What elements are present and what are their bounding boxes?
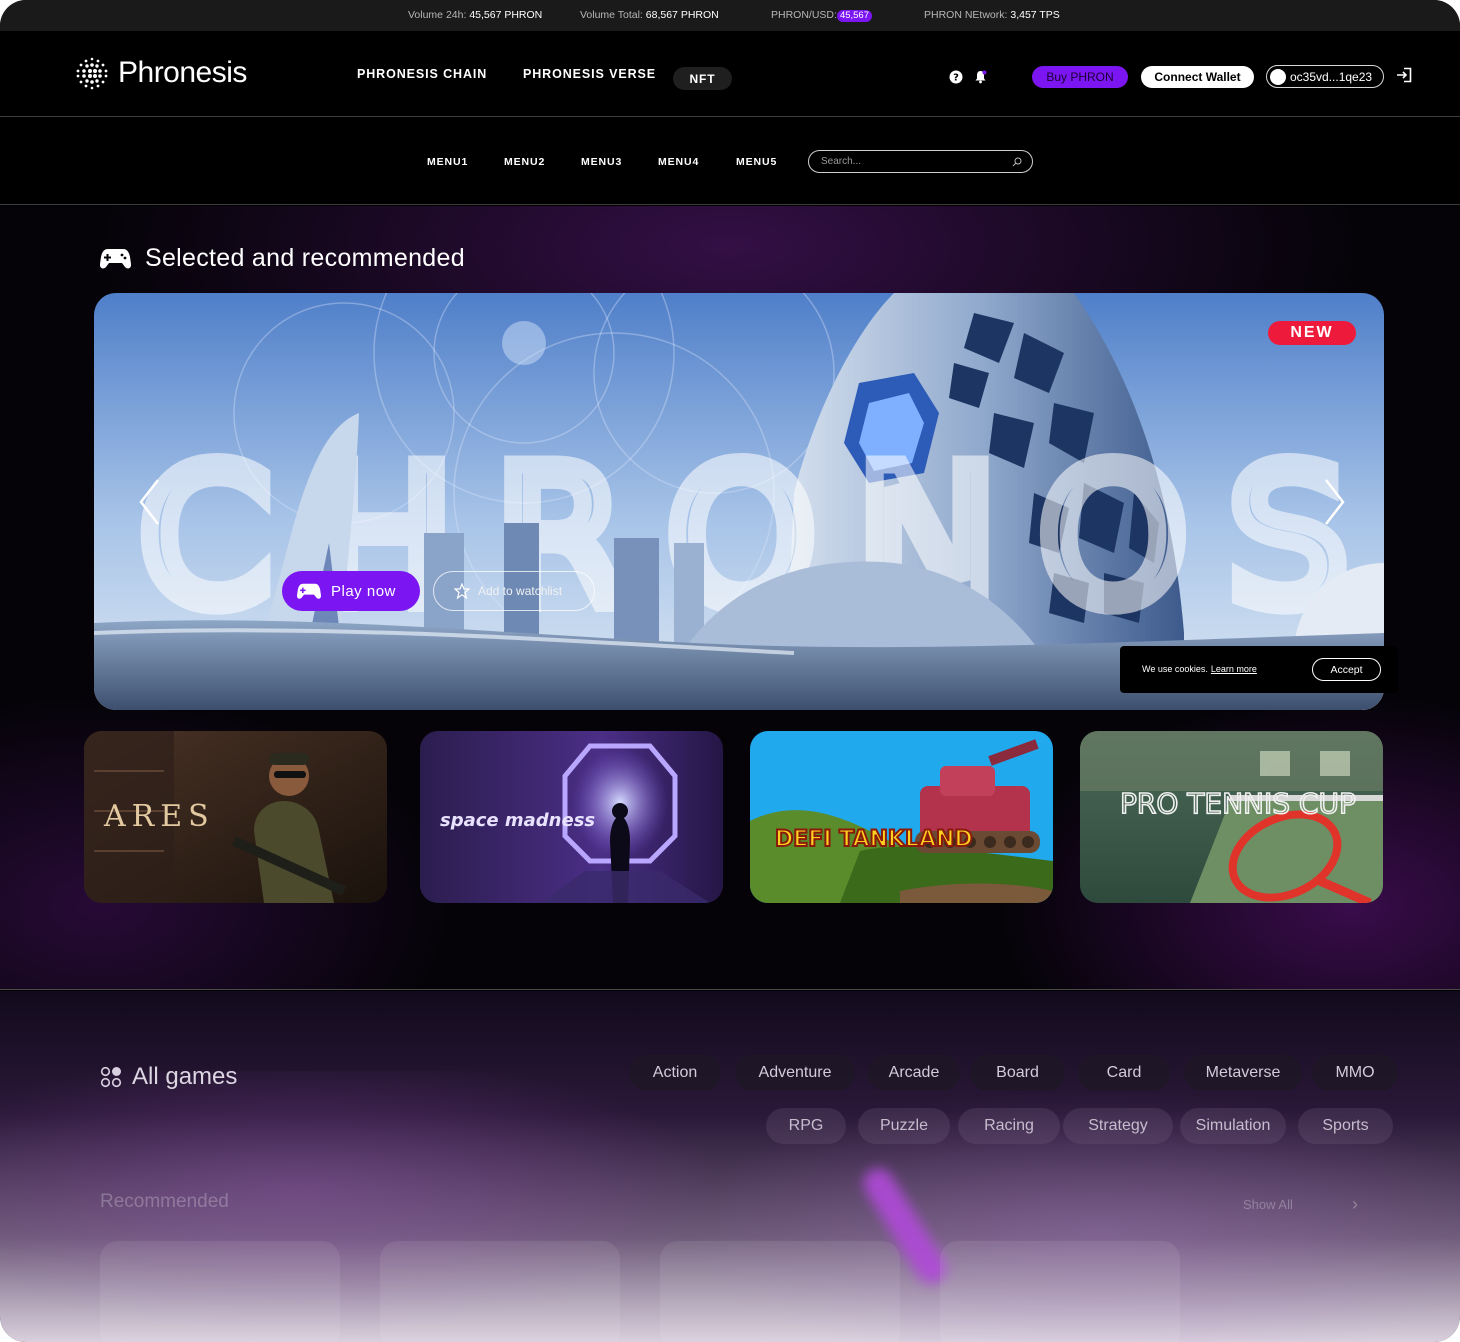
secondary-nav: MENU1 MENU2 MENU3 MENU4 MENU5 (0, 118, 1460, 205)
recommended-title: Recommended (100, 1191, 229, 1212)
search-box (808, 150, 1033, 173)
new-badge: NEW (1268, 321, 1356, 345)
cookie-banner: We use cookies. Learn more Accept (1120, 646, 1398, 693)
cookie-learn-more-link[interactable]: Learn more (1211, 664, 1257, 674)
search-input[interactable] (821, 156, 1001, 167)
play-now-button[interactable]: Play now (282, 571, 420, 611)
svg-text:?: ? (953, 73, 959, 84)
nav-nft[interactable]: NFT (673, 67, 732, 90)
menu-2[interactable]: MENU2 (504, 156, 545, 168)
cookie-accept-button[interactable]: Accept (1312, 658, 1381, 681)
volume-total-label: Volume Total: (580, 9, 643, 21)
menu-5[interactable]: MENU5 (736, 156, 777, 168)
pro-tennis-cup-artwork: PRO TENNIS CUP (1080, 731, 1383, 903)
buy-phron-button[interactable]: Buy PHRON (1032, 66, 1128, 88)
category-adventure[interactable]: Adventure (735, 1055, 855, 1091)
category-card[interactable]: Card (1078, 1055, 1170, 1091)
logout-icon[interactable] (1396, 67, 1412, 83)
wallet-avatar (1270, 68, 1286, 85)
volume-total-stat: Volume Total: 68,567 PHRON (580, 9, 719, 21)
show-all-link[interactable]: Show All (1243, 1197, 1293, 1212)
game-tile-space-madness[interactable]: space madness (420, 731, 723, 903)
menu-1[interactable]: MENU1 (427, 156, 468, 168)
add-to-watchlist-button[interactable]: Add to watchlist (433, 571, 595, 611)
category-arcade[interactable]: Arcade (868, 1055, 960, 1091)
wallet-address-chip[interactable]: oc35vd...1qe23 (1266, 65, 1384, 88)
featured-section: Selected and recommended CHRONOS NEW Pla… (0, 206, 1460, 990)
recommended-card[interactable] (940, 1241, 1180, 1342)
pro-tennis-cup-logo-text: PRO TENNIS CUP (1120, 787, 1356, 820)
next-arrow-icon[interactable] (1324, 478, 1346, 526)
network-stat: PHRON NEtwork: 3,457 TPS (924, 9, 1060, 21)
recommended-card[interactable] (380, 1241, 620, 1342)
main-header: Phronesis PHRONESIS CHAIN PHRONESIS VERS… (0, 31, 1460, 117)
add-to-watchlist-label: Add to watchlist (478, 584, 563, 598)
ares-artwork: ARES (84, 731, 387, 903)
price-label: PHRON/USD: (771, 9, 837, 21)
volume-24h-stat: Volume 24h: 45,567 PHRON (408, 9, 542, 21)
featured-title: Selected and recommended (145, 244, 465, 272)
game-tile-defi-tankland[interactable]: DEFI TANKLAND (750, 731, 1053, 903)
recommended-card[interactable] (660, 1241, 900, 1342)
wallet-address: oc35vd...1qe23 (1290, 69, 1373, 84)
star-icon (454, 583, 470, 599)
defi-tankland-logo-text: DEFI TANKLAND (775, 827, 973, 852)
gamepad-icon (297, 583, 321, 599)
logo-mark-icon (76, 57, 108, 90)
bell-icon[interactable] (974, 70, 987, 84)
stats-ticker: Volume 24h: 45,567 PHRON Volume Total: 6… (0, 0, 1460, 31)
help-icon[interactable]: ? (949, 70, 963, 84)
space-madness-artwork: space madness (420, 731, 723, 903)
search-icon[interactable] (1012, 157, 1022, 167)
menu-4[interactable]: MENU4 (658, 156, 699, 168)
all-games-section: All games Action Adventure Arcade Board … (0, 991, 1460, 1342)
all-games-heading: All games (100, 1063, 237, 1091)
prev-arrow-icon[interactable] (138, 478, 160, 526)
nav-phronesis-chain[interactable]: PHRONESIS CHAIN (357, 67, 487, 81)
category-mmo[interactable]: MMO (1312, 1055, 1398, 1091)
nav-phronesis-verse[interactable]: PHRONESIS VERSE (523, 67, 656, 81)
price-stat: PHRON/USD: 45,567 (771, 9, 872, 22)
category-rpg[interactable]: RPG (766, 1108, 846, 1144)
volume-24h-label: Volume 24h: (408, 9, 467, 21)
category-racing[interactable]: Racing (958, 1108, 1060, 1144)
play-now-label: Play now (331, 582, 396, 600)
logo[interactable]: Phronesis (74, 55, 247, 91)
menu-3[interactable]: MENU3 (581, 156, 622, 168)
category-board[interactable]: Board (970, 1055, 1065, 1091)
volume-total-value: 68,567 PHRON (645, 9, 719, 21)
recommended-card[interactable] (100, 1241, 340, 1342)
featured-heading: Selected and recommended (100, 244, 465, 273)
network-value: 3,457 TPS (1010, 9, 1060, 21)
category-metaverse[interactable]: Metaverse (1184, 1055, 1302, 1091)
logo-text: Phronesis (118, 56, 247, 89)
network-label: PHRON NEtwork: (924, 9, 1008, 21)
category-simulation[interactable]: Simulation (1180, 1108, 1286, 1144)
cookie-message: We use cookies. (1142, 664, 1208, 674)
app-frame: Volume 24h: 45,567 PHRON Volume Total: 6… (0, 0, 1460, 1342)
volume-24h-value: 45,567 PHRON (469, 9, 543, 21)
defi-tankland-artwork: DEFI TANKLAND (750, 731, 1053, 903)
ares-logo-text: ARES (103, 799, 215, 834)
category-sports[interactable]: Sports (1298, 1108, 1393, 1144)
space-madness-logo-text: space madness (440, 810, 595, 831)
connect-wallet-button[interactable]: Connect Wallet (1141, 66, 1254, 88)
chevron-right-icon[interactable]: › (1352, 1194, 1358, 1215)
all-games-title: All games (132, 1063, 238, 1090)
category-strategy[interactable]: Strategy (1063, 1108, 1173, 1144)
category-puzzle[interactable]: Puzzle (858, 1108, 950, 1144)
price-value: 45,567 (836, 10, 872, 22)
grid-icon (100, 1066, 122, 1088)
game-tile-pro-tennis-cup[interactable]: PRO TENNIS CUP (1080, 731, 1383, 903)
game-tile-ares[interactable]: ARES (84, 731, 387, 903)
gamepad-icon (100, 248, 131, 268)
cookie-text: We use cookies. Learn more (1142, 664, 1257, 674)
category-action[interactable]: Action (629, 1055, 721, 1091)
